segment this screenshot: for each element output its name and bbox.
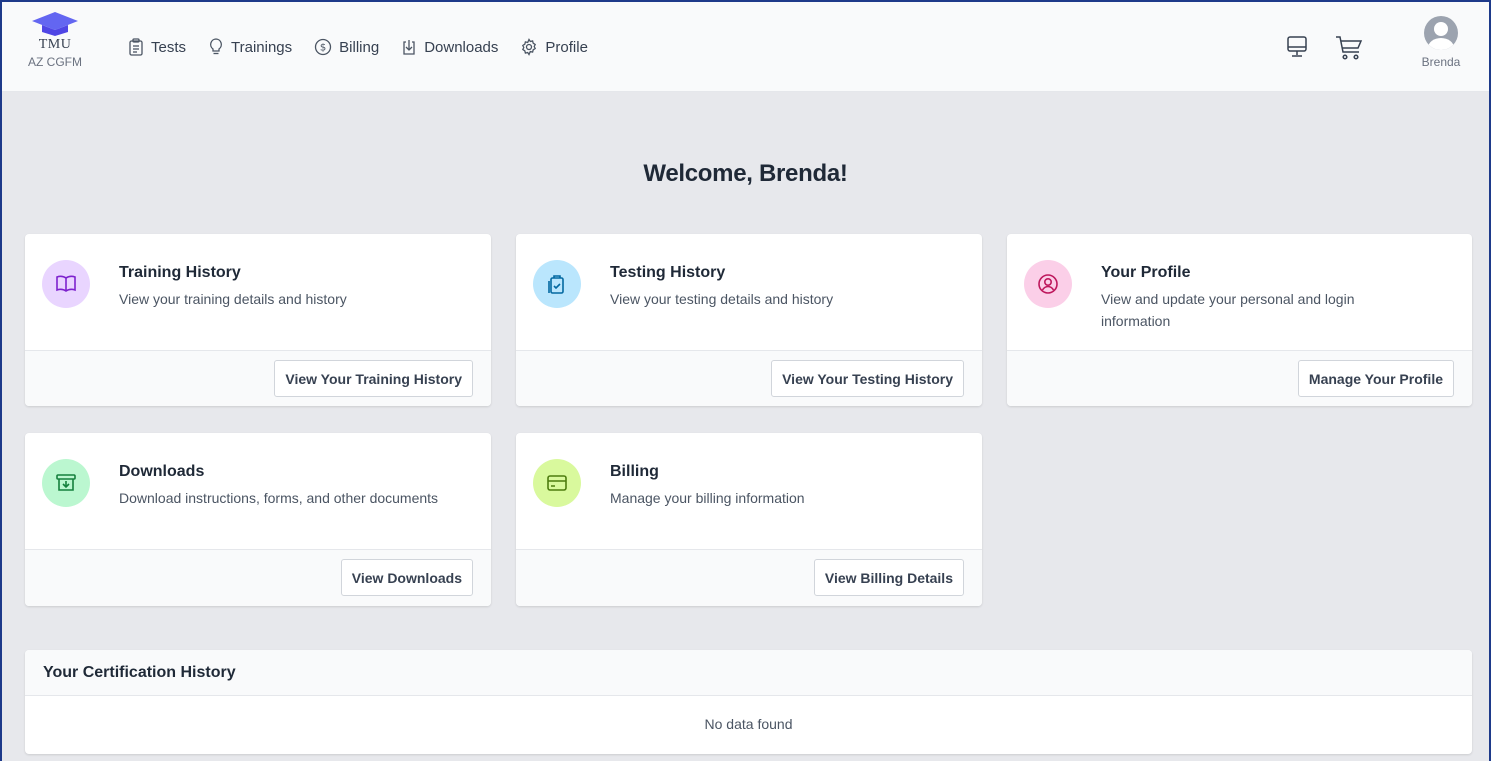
app-window: TMU AZ CGFM Tests Trainings $ Billing Do… <box>0 0 1491 761</box>
monitor-icon <box>1287 36 1307 57</box>
credit-card-icon <box>533 459 581 507</box>
avatar <box>1424 16 1458 50</box>
nav-tests[interactable]: Tests <box>128 38 186 56</box>
user-menu[interactable]: Brenda <box>1411 16 1471 69</box>
downloads-card: Downloads Download instructions, forms, … <box>25 433 491 606</box>
card-description: View your testing details and history <box>610 291 834 307</box>
card-title: Billing <box>610 463 659 480</box>
clipboard-icon <box>129 38 143 56</box>
certification-history-title: Your Certification History <box>25 650 1472 696</box>
gear-icon <box>522 38 537 56</box>
cart-icon <box>1336 36 1363 60</box>
card-description: Download instructions, forms, and other … <box>119 490 439 506</box>
view-training-history-button[interactable]: View Your Training History <box>274 360 473 397</box>
nav-trainings-label: Trainings <box>231 38 293 56</box>
billing-card: Billing Manage your billing information … <box>516 433 982 606</box>
your-profile-card: Your Profile View and update your person… <box>1007 234 1472 406</box>
main-nav: Tests Trainings $ Billing Downloads Prof… <box>128 38 610 56</box>
nav-profile[interactable]: Profile <box>520 38 588 56</box>
graduation-cap-icon <box>32 12 78 36</box>
nav-profile-label: Profile <box>545 38 588 56</box>
clipboard-check-icon <box>533 260 581 308</box>
card-description: Manage your billing information <box>610 490 805 506</box>
nav-downloads[interactable]: Downloads <box>401 38 498 56</box>
monitor-button[interactable] <box>1286 35 1308 64</box>
nav-tests-label: Tests <box>151 38 187 56</box>
card-title: Your Profile <box>1101 264 1191 281</box>
testing-history-card: Testing History View your testing detail… <box>516 234 982 406</box>
certification-history-panel: Your Certification History No data found <box>25 650 1472 754</box>
view-billing-details-button[interactable]: View Billing Details <box>813 559 964 596</box>
view-testing-history-button[interactable]: View Your Testing History <box>771 360 964 397</box>
nav-billing[interactable]: $ Billing <box>314 38 379 56</box>
lightbulb-icon <box>210 38 222 55</box>
view-downloads-button[interactable]: View Downloads <box>340 559 473 596</box>
nav-billing-label: Billing <box>339 38 380 56</box>
page-title: Welcome, Brenda! <box>643 160 848 187</box>
nav-trainings[interactable]: Trainings <box>208 38 292 56</box>
manage-profile-button[interactable]: Manage Your Profile <box>1297 360 1454 397</box>
card-title: Testing History <box>610 264 726 281</box>
training-history-card: Training History View your training deta… <box>25 234 491 406</box>
card-description: View and update your personal and login … <box>1101 291 1355 329</box>
brand-name: TMU <box>38 37 72 52</box>
user-circle-icon <box>1024 260 1072 308</box>
empty-state-message: No data found <box>704 716 793 732</box>
dollar-icon: $ <box>315 38 332 56</box>
archive-icon <box>42 459 90 507</box>
top-nav-bar: TMU AZ CGFM Tests Trainings $ Billing Do… <box>2 2 1489 92</box>
svg-text:$: $ <box>320 43 326 54</box>
card-title: Downloads <box>119 463 205 480</box>
download-icon <box>403 40 415 55</box>
brand-org: AZ CGFM <box>28 55 82 69</box>
nav-downloads-label: Downloads <box>424 38 499 56</box>
cart-button[interactable] <box>1335 35 1363 66</box>
book-icon <box>42 260 90 308</box>
card-title: Training History <box>119 264 241 281</box>
card-description: View your training details and history <box>119 291 347 307</box>
user-name: Brenda <box>1421 55 1461 69</box>
logo[interactable]: TMU AZ CGFM <box>20 10 90 90</box>
